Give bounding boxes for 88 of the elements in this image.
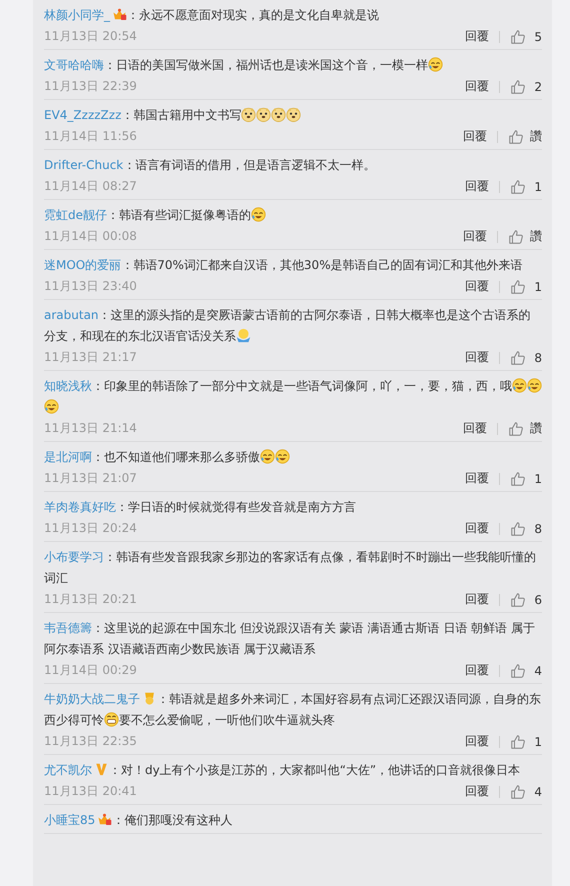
thumbs-up-icon <box>510 28 526 44</box>
comment-time: 11月13日 21:14 <box>44 420 137 437</box>
reply-link[interactable]: 回覆 <box>465 278 489 295</box>
thumbs-up-icon <box>508 420 524 436</box>
reply-link[interactable]: 回覆 <box>465 28 489 45</box>
comment-text: 韦吾德籌：这里说的起源在中国东北 但没说跟汉语有关 蒙语 满语通古斯语 日语 朝鲜语 属于阿尔泰语系 汉语藏语西南少数民族语 属于汉藏语系 <box>44 620 536 658</box>
comment-text: 小布要学习：韩语有些发音跟我家乡那边的客家话有点像，看韩剧时不时蹦出一些我能听懂的词汇 <box>44 549 537 587</box>
laughing-emoji-icon <box>512 378 527 393</box>
comment-text: 霓虹de靓仔：韩语有些词汇挺像粤语的 <box>44 205 542 226</box>
like-button[interactable]: 8 <box>510 350 542 366</box>
comment-text: 迷MOO的爱丽：韩语70%词汇都来自汉语，其他30%是韩语自己的固有词汇和其他外来语 <box>44 257 524 274</box>
comment-text: EV4_ZzzzZzz：韩国古籍用中文书写 <box>44 105 542 126</box>
reply-link[interactable]: 回覆 <box>463 420 487 437</box>
reply-link[interactable]: 回覆 <box>465 78 489 95</box>
like-button[interactable]: 1 <box>510 470 542 486</box>
laughing-emoji-icon <box>251 207 266 222</box>
comment-time: 11月14日 08:27 <box>44 178 137 195</box>
reply-link[interactable]: 回覆 <box>465 591 489 608</box>
comment-time: 11月13日 21:07 <box>44 470 137 487</box>
reply-link[interactable]: 回覆 <box>465 470 489 487</box>
like-button[interactable]: 讚 <box>508 228 542 245</box>
like-button[interactable]: 8 <box>510 520 542 536</box>
like-button[interactable]: 讚 <box>508 420 542 437</box>
reply-link[interactable]: 回覆 <box>465 520 489 537</box>
medal-icon <box>142 691 157 705</box>
dog-emoji-icon <box>271 107 286 122</box>
thumbs-up-icon <box>510 784 526 800</box>
like-button[interactable]: 1 <box>510 278 542 294</box>
thumbs-up-icon <box>510 470 526 486</box>
thumbs-up-icon <box>510 592 526 608</box>
comment-text: Drifter-Chuck：语言有词语的借用，但是语言逻辑不太一样。 <box>44 157 376 174</box>
dog-emoji-icon <box>286 107 302 122</box>
laughing-emoji-icon <box>275 449 290 464</box>
laughing-emoji-icon <box>527 378 542 393</box>
thumbs-up-icon <box>510 662 526 678</box>
like-button[interactable]: 4 <box>510 784 542 800</box>
dog-emoji-icon <box>256 107 272 122</box>
dog-emoji-icon <box>241 107 256 122</box>
thumbs-up-icon <box>508 128 524 144</box>
like-button[interactable]: 1 <box>510 734 542 750</box>
thumbs-up-icon <box>510 520 526 536</box>
reply-link[interactable]: 回覆 <box>463 228 487 245</box>
like-button[interactable]: 4 <box>510 662 542 678</box>
reply-link[interactable]: 回覆 <box>465 349 489 366</box>
comment-time: 11月13日 20:41 <box>44 783 137 800</box>
crown-badge-icon <box>112 7 127 21</box>
thumbs-up-icon <box>510 350 526 366</box>
comment-time: 11月14日 11:56 <box>44 128 137 145</box>
comment-text: arabutan：这里的源头指的是突厥语蒙古语前的古阿尔泰语，日韩大概率也是这个古语系的分支，和现在的东北汉语官话没关系 <box>44 307 532 345</box>
like-button[interactable]: 1 <box>510 178 542 194</box>
thumbs-up-icon <box>508 228 524 244</box>
like-button[interactable]: 2 <box>510 78 542 94</box>
comment-text: 是北河啊：也不知道他们哪来那么多骄傲 <box>44 447 542 468</box>
comment-time: 11月14日 00:29 <box>44 662 137 679</box>
reply-link[interactable]: 回覆 <box>465 733 489 750</box>
comment-time: 11月13日 21:17 <box>44 349 137 366</box>
comment-time: 11月13日 23:40 <box>44 278 137 295</box>
crown-badge-icon <box>97 812 112 826</box>
comment-time: 11月13日 20:54 <box>44 28 137 45</box>
comment-text: 羊肉卷真好吃：学日语的时候就觉得有些发音就是南方方言 <box>44 499 357 516</box>
comment-time: 11月14日 00:08 <box>44 228 137 245</box>
thumbs-up-icon <box>510 78 526 94</box>
thumbs-up-icon <box>510 178 526 194</box>
thumbs-up-icon <box>510 734 526 750</box>
grinning-emoji-icon <box>104 712 119 727</box>
comment-time: 11月13日 20:24 <box>44 520 137 537</box>
laughing-emoji-icon <box>428 57 443 72</box>
like-button[interactable]: 讚 <box>508 128 542 145</box>
reply-link[interactable]: 回覆 <box>463 128 487 145</box>
comment-time: 11月13日 20:21 <box>44 591 137 608</box>
comment-text: 文哥哈哈嗨：日语的美国写做米国，福州话也是读米国这个音，一模一样 <box>44 55 542 76</box>
like-button[interactable]: 6 <box>510 592 542 608</box>
reply-link[interactable]: 回覆 <box>465 178 489 195</box>
comment-text: 尤不凯尔 ：对！dy上有个小孩是江苏的，大家都叫他“大佐”，他讲话的口音就很像日本 <box>44 761 522 779</box>
comment-time: 11月13日 22:35 <box>44 733 137 750</box>
comment-time: 11月13日 22:39 <box>44 78 137 95</box>
comment-text: 知晓浅秋：印象里的韩语除了一部分中文就是一些语气词像阿，吖，一，要，猫，西，哦 <box>44 376 542 418</box>
reply-link[interactable]: 回覆 <box>465 783 489 800</box>
thumbs-up-icon <box>510 278 526 294</box>
laughing-emoji-icon <box>44 399 59 414</box>
comment-text: 牛奶奶大战二鬼子 ：韩语就是超多外来词汇，本国好容易有点词汇还跟汉语同源，自身的东西少得可怜 要不怎么爱偷呢，一听他们吹牛逼就头疼 <box>44 690 542 729</box>
comment-text: 林颜小同学_ ：永远不愿意面对现实，真的是文化自卑就是说 <box>44 6 380 24</box>
v-badge-icon <box>94 762 109 776</box>
reply-link[interactable]: 回覆 <box>465 662 489 679</box>
like-button[interactable]: 5 <box>510 28 542 44</box>
laughing-emoji-icon <box>260 449 275 464</box>
comment-text: 小睡宝85 ：俺们那嘎没有这种人 <box>44 811 234 829</box>
shrug-emoji-icon <box>236 328 251 343</box>
